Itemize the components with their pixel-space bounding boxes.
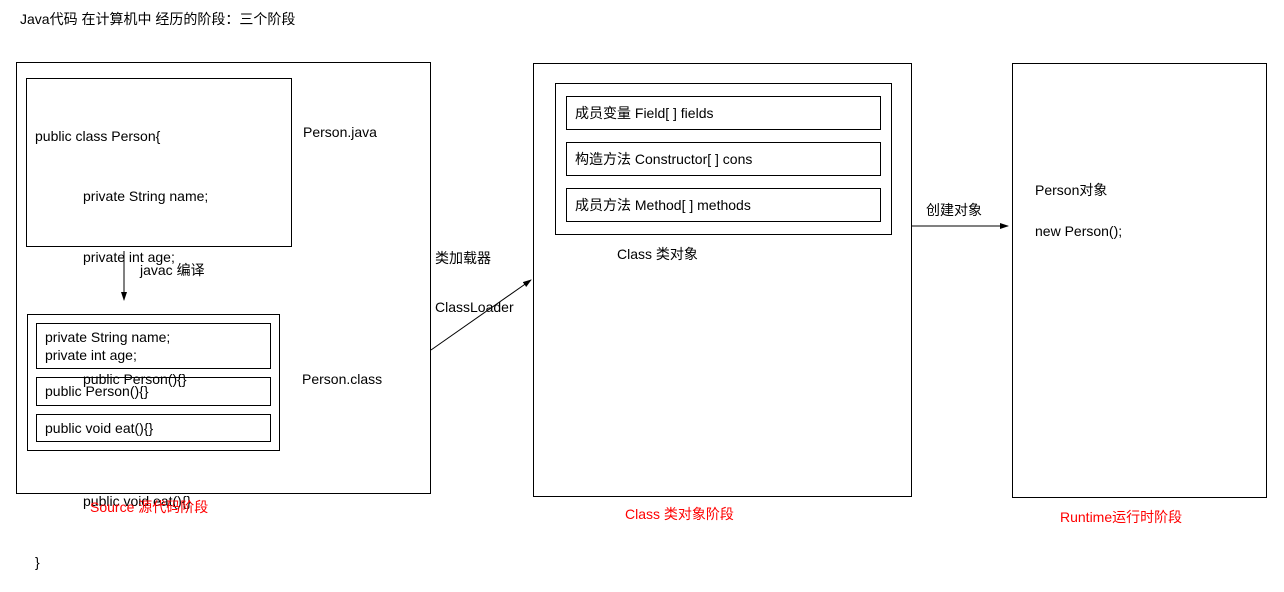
code-line: } — [35, 552, 283, 572]
classloader-label-cn: 类加载器 — [435, 248, 491, 268]
person-java-code: public class Person{ private String name… — [26, 78, 292, 247]
compiled-row: private String name; private int age; — [36, 323, 271, 369]
page-title: Java代码 在计算机中 经历的阶段：三个阶段 — [20, 9, 295, 29]
class-object-caption: Class 类对象 — [617, 244, 698, 264]
class-constructors-row: 构造方法 Constructor[ ] cons — [566, 142, 881, 176]
code-line: private String name; — [83, 186, 283, 206]
runtime-new-label: new Person(); — [1035, 223, 1122, 239]
code-line: public class Person{ — [35, 126, 283, 146]
classloader-label-en: ClassLoader — [435, 299, 514, 315]
stage-runtime-box — [1012, 63, 1267, 498]
compiled-row: public Person(){} — [36, 377, 271, 405]
person-class-box: private String name; private int age; pu… — [27, 314, 280, 451]
javac-label: javac 编译 — [140, 260, 205, 280]
stage-class-label: Class 类对象阶段 — [625, 504, 734, 524]
class-methods-row: 成员方法 Method[ ] methods — [566, 188, 881, 222]
create-object-label: 创建对象 — [926, 200, 982, 220]
class-fields-row: 成员变量 Field[ ] fields — [566, 96, 881, 130]
file-java-label: Person.java — [303, 124, 377, 140]
compiled-row: public void eat(){} — [36, 414, 271, 442]
stage-source-label: Source 源代码阶段 — [90, 497, 208, 517]
file-class-label: Person.class — [302, 371, 382, 387]
runtime-object-label: Person对象 — [1035, 180, 1107, 200]
class-object-box: 成员变量 Field[ ] fields 构造方法 Constructor[ ]… — [555, 83, 892, 235]
stage-runtime-label: Runtime运行时阶段 — [1060, 507, 1182, 527]
